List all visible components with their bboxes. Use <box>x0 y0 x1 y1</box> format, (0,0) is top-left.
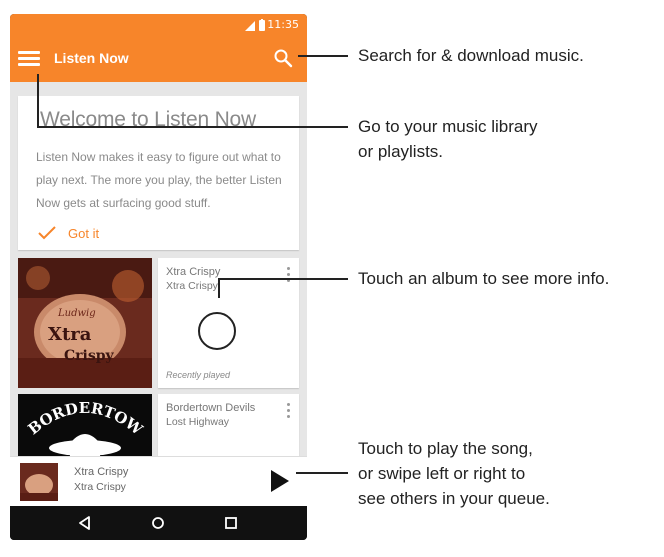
welcome-title: Welcome to Listen Now <box>40 108 257 131</box>
album-title: Bordertown Devils <box>166 402 256 414</box>
status-bar: 11:35 <box>10 14 307 36</box>
home-icon[interactable] <box>149 514 167 532</box>
check-icon <box>38 226 56 240</box>
album-title: Xtra Crispy <box>166 266 221 278</box>
callout-search: Search for & download music. <box>358 46 584 65</box>
callout-line-menu-vertical <box>37 74 39 127</box>
phone-screen: 11:35 Listen Now Welcome to Listen Now L… <box>10 14 307 540</box>
welcome-body: Listen Now makes it easy to figure out w… <box>36 150 282 210</box>
album-cover-image: BORDERTOWN <box>18 394 152 456</box>
album-art-xtra-crispy[interactable]: Ludwig Xtra Crispy <box>18 258 152 388</box>
callout-line-menu <box>37 126 348 128</box>
status-time: 11:35 <box>267 18 299 31</box>
system-nav-bar <box>10 506 307 540</box>
more-vert-icon[interactable] <box>283 402 293 420</box>
welcome-card: Welcome to Listen Now Listen Now makes i… <box>18 96 299 250</box>
listen-now-feed[interactable]: Welcome to Listen Now Listen Now makes i… <box>10 82 307 456</box>
callout-play-line3: see others in your queue. <box>358 489 550 508</box>
callout-album: Touch an album to see more info. <box>358 269 610 288</box>
callout-play-line1: Touch to play the song, <box>358 439 533 458</box>
recents-icon[interactable] <box>222 514 240 532</box>
menu-icon[interactable] <box>18 51 40 67</box>
album-card-bordertown-devils[interactable]: Bordertown Devils Lost Highway <box>158 394 299 456</box>
search-icon[interactable] <box>273 48 293 68</box>
callout-line-play <box>296 472 348 474</box>
svg-text:Ludwig: Ludwig <box>57 308 96 319</box>
album-artist: Lost Highway <box>166 416 230 428</box>
album-art-bordertown-devils[interactable]: BORDERTOWN <box>18 394 152 456</box>
callout-library-line2: or playlists. <box>358 142 444 161</box>
more-vert-icon[interactable] <box>283 266 293 284</box>
app-bar: Listen Now <box>10 36 307 82</box>
callout-line-album-h <box>218 278 348 280</box>
now-playing-bar[interactable]: Xtra Crispy Xtra Crispy <box>10 456 307 507</box>
touch-indicator-circle <box>198 312 236 350</box>
recently-played-note: Recently played <box>166 370 231 380</box>
svg-text:Crispy: Crispy <box>64 348 115 364</box>
play-icon[interactable] <box>271 470 289 492</box>
app-title: Listen Now <box>54 50 129 66</box>
callout-play-line2: or swipe left or right to <box>358 464 526 483</box>
album-artist: Xtra Crispy <box>166 280 218 292</box>
now-playing-thumbnail <box>20 463 58 501</box>
back-icon[interactable] <box>76 514 94 532</box>
svg-text:Xtra: Xtra <box>48 324 92 345</box>
callout-line-album <box>218 279 220 298</box>
now-playing-artist: Xtra Crispy <box>74 481 126 493</box>
album-cover-image: Ludwig Xtra Crispy <box>18 258 152 388</box>
callout-library-line1: Go to your music library <box>358 117 538 136</box>
now-playing-title: Xtra Crispy <box>74 466 129 478</box>
got-it-label: Got it <box>68 226 100 241</box>
callout-line-search <box>298 55 348 57</box>
